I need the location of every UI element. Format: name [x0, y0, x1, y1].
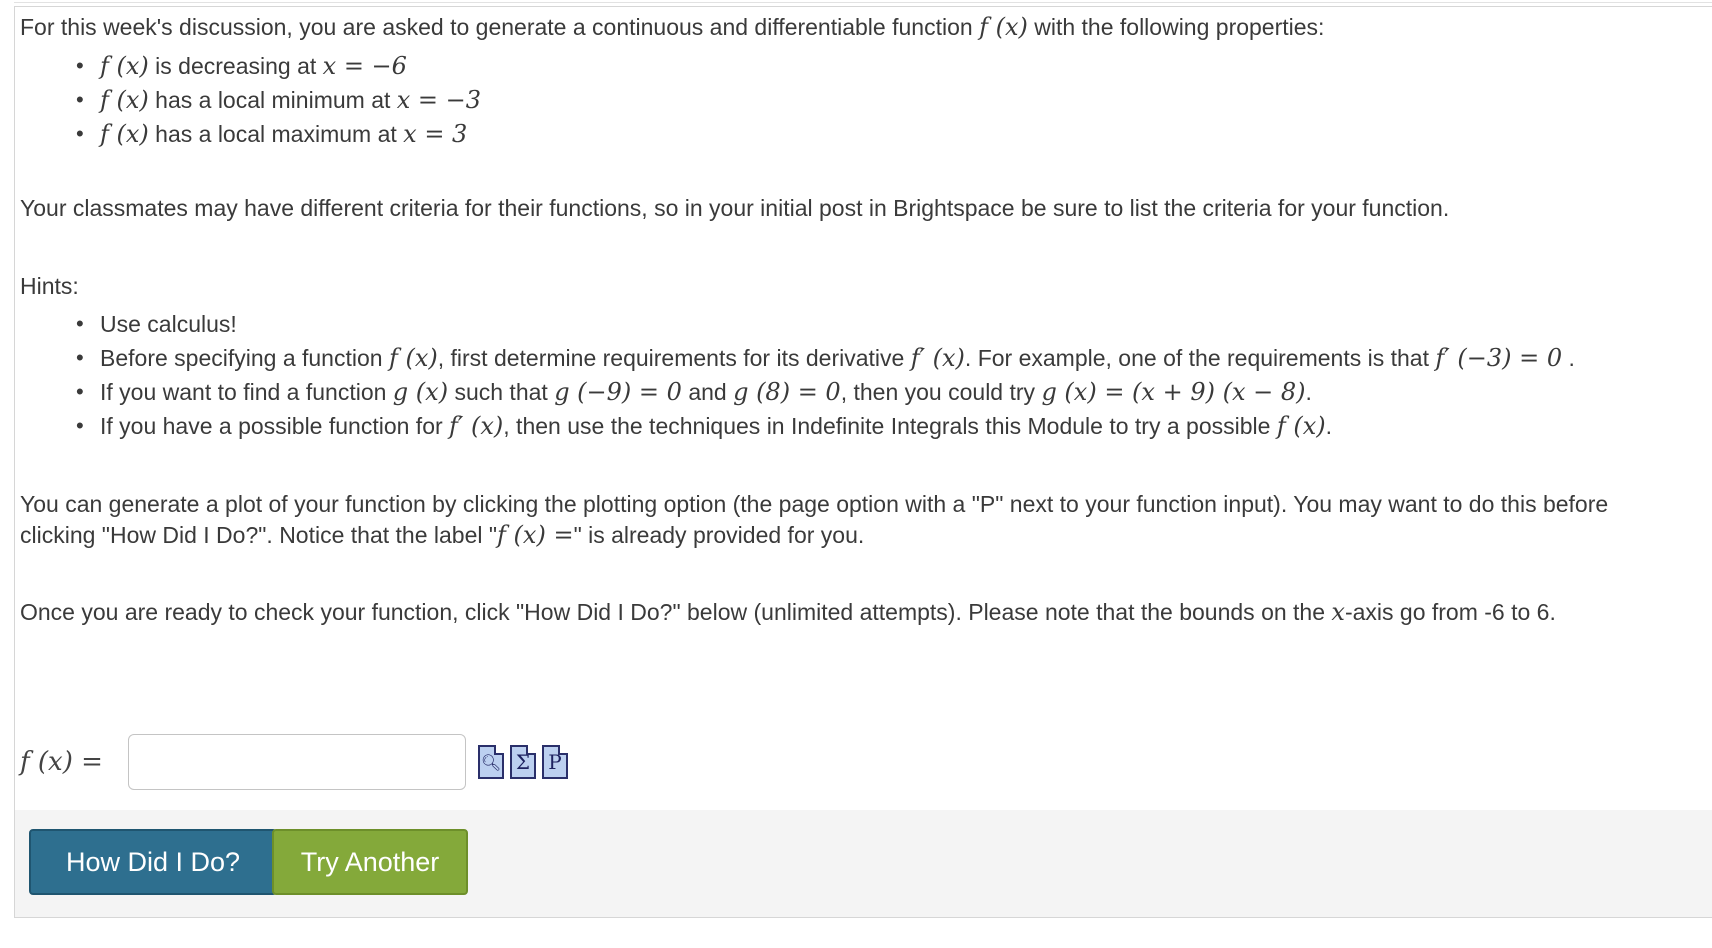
hint-text: . For example, one of the requirements i…	[964, 345, 1429, 371]
check-note-math: x	[1331, 598, 1345, 626]
intro-tail: with the following properties:	[1034, 14, 1325, 40]
property-math: x = −6	[322, 52, 407, 80]
hint-math: g (8) = 0	[733, 378, 841, 406]
property-item: f (x) has a local minimum at x = −3	[20, 83, 481, 117]
classmates-note: Your classmates may have different crite…	[20, 195, 1450, 221]
hint-item: Before specifying a function f (x), firs…	[20, 341, 1575, 375]
sigma-icon[interactable]: Σ	[510, 745, 536, 779]
hint-text: .	[1568, 345, 1575, 371]
preview-icon[interactable]: 🔍︎	[478, 745, 504, 779]
intro-fx: f (x)	[979, 13, 1028, 41]
hint-text: such that	[454, 379, 548, 405]
hint-text: Before specifying a function	[100, 345, 383, 371]
hint-math: f (x)	[388, 344, 438, 372]
hint-math: g (x)	[392, 378, 449, 406]
try-another-button[interactable]: Try Another	[272, 829, 468, 895]
check-note-text: Once you are ready to check your functio…	[20, 599, 1326, 625]
plot-note: You can generate a plot of your function…	[20, 487, 1608, 552]
hint-text: , then you could try	[840, 379, 1036, 405]
plot-note-line1: You can generate a plot of your function…	[20, 491, 1609, 517]
function-input[interactable]	[128, 734, 466, 790]
hint-math: f′ (x)	[449, 412, 504, 440]
hint-math: g (x) = (x + 9) (x − 8)	[1041, 378, 1306, 406]
property-text: has a local maximum at	[155, 121, 397, 147]
hint-text: and	[688, 379, 727, 405]
hint-text: .	[1305, 379, 1312, 405]
hint-item: Use calculus!	[20, 307, 1575, 341]
hint-math: g (−9) = 0	[554, 378, 682, 406]
property-fx: f (x)	[100, 52, 149, 80]
answer-tools: 🔍︎ Σ P	[478, 745, 568, 779]
answer-row: f (x) = 🔍︎ Σ P	[20, 734, 568, 790]
hint-text: Use calculus!	[100, 311, 237, 337]
property-fx: f (x)	[100, 120, 149, 148]
hint-item: If you have a possible function for f′ (…	[20, 409, 1575, 443]
hint-text: If you have a possible function for	[100, 413, 443, 439]
hint-text: , first determine requirements for its d…	[437, 345, 905, 371]
check-note: Once you are ready to check your functio…	[20, 595, 1556, 629]
check-note-text: -axis go from -6 to 6.	[1344, 599, 1556, 625]
top-divider	[14, 2, 1712, 3]
property-math: x = 3	[403, 120, 468, 148]
hints-list: Use calculus! Before specifying a functi…	[20, 307, 1575, 443]
hint-math: f′ (x)	[910, 344, 965, 372]
hints-title: Hints:	[20, 273, 79, 299]
property-text: is decreasing at	[155, 53, 317, 79]
property-math: x = −3	[396, 86, 482, 114]
plot-note-math: f (x) =	[497, 521, 574, 549]
plot-note-line2: clicking "How Did I Do?". Notice that th…	[20, 518, 1608, 552]
property-fx: f (x)	[100, 86, 149, 114]
intro-lead: For this week's discussion, you are aske…	[20, 14, 973, 40]
plot-p-icon[interactable]: P	[542, 745, 568, 779]
intro-line: For this week's discussion, you are aske…	[20, 10, 1324, 44]
hint-text: , then use the techniques in Indefinite …	[503, 413, 1271, 439]
how-did-i-do-button[interactable]: How Did I Do?	[29, 829, 277, 895]
property-item: f (x) is decreasing at x = −6	[20, 49, 481, 83]
answer-label: f (x) =	[20, 747, 103, 777]
plot-note-text: clicking "How Did I Do?". Notice that th…	[20, 522, 498, 548]
hint-item: If you want to find a function g (x) suc…	[20, 375, 1575, 409]
hint-math: f′ (−3) = 0	[1435, 344, 1563, 372]
hint-math: f (x)	[1276, 412, 1326, 440]
property-item: f (x) has a local maximum at x = 3	[20, 117, 481, 151]
property-text: has a local minimum at	[155, 87, 391, 113]
hint-text: .	[1325, 413, 1332, 439]
plot-note-text: " is already provided for you.	[573, 522, 865, 548]
properties-list: f (x) is decreasing at x = −6 f (x) has …	[20, 49, 481, 151]
footer-bar: How Did I Do? Try Another	[15, 810, 1712, 917]
hint-text: If you want to find a function	[100, 379, 387, 405]
